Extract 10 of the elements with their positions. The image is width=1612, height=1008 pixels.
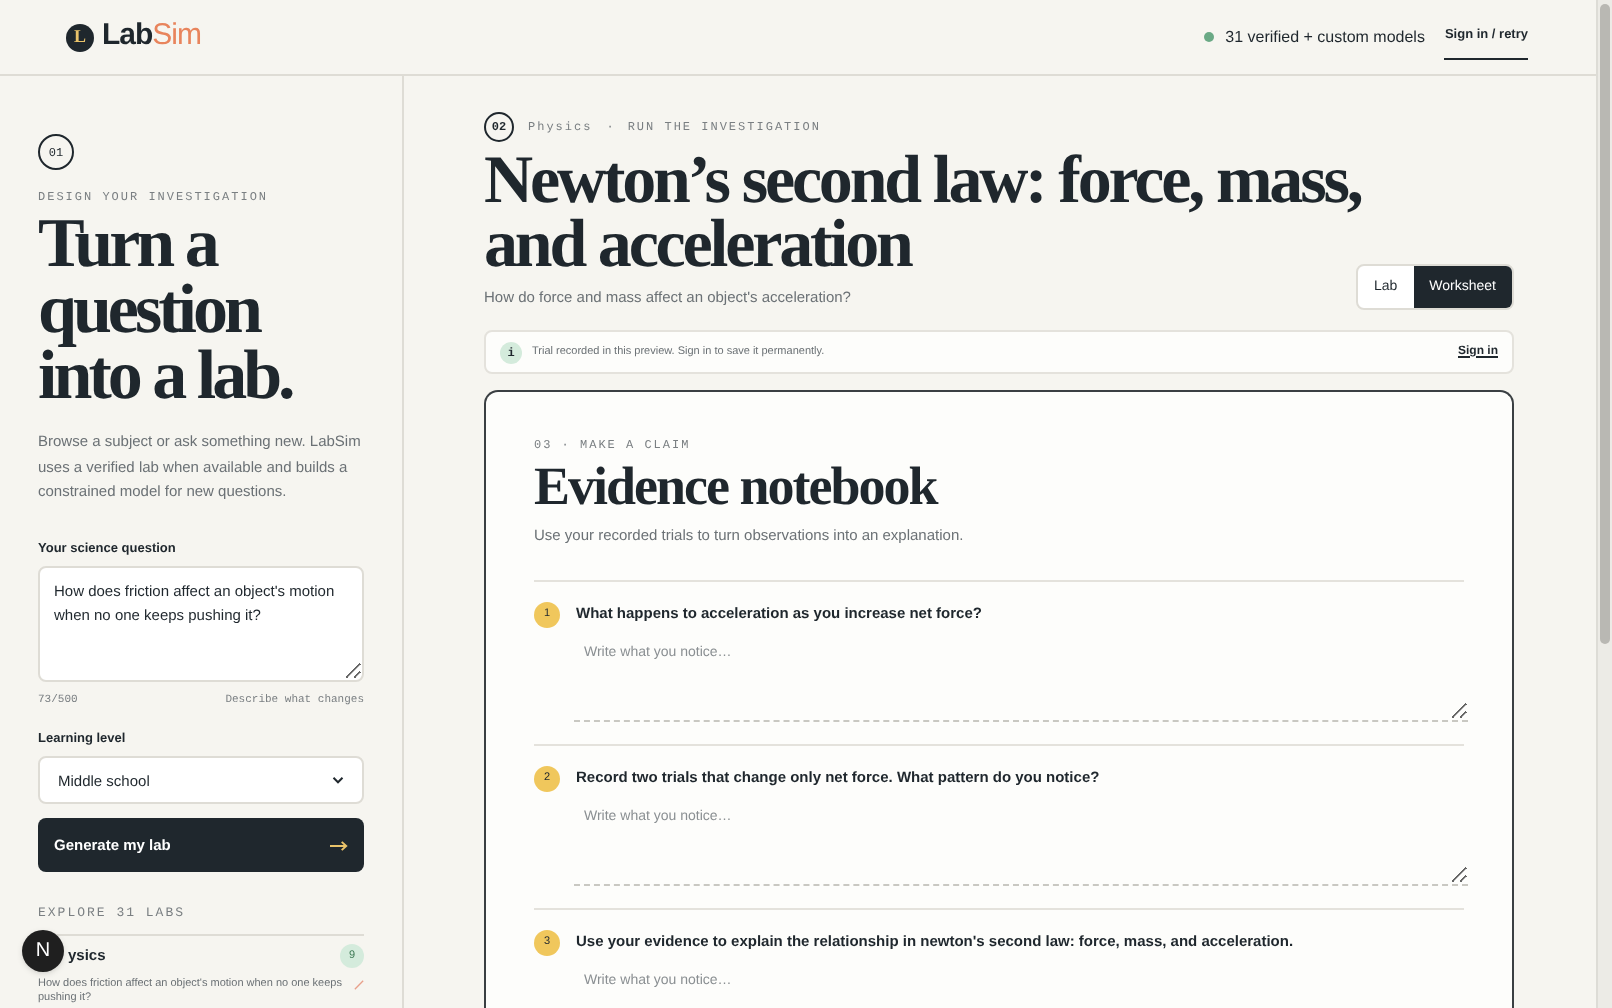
- scrollbar[interactable]: [1596, 0, 1612, 1008]
- logo-icon: L: [66, 23, 94, 51]
- status-text: 31 verified + custom models: [1225, 25, 1425, 49]
- page-title: Turn a question into a lab.: [38, 210, 295, 408]
- page-title: Newton’s second law: force, mass, and acceleration: [484, 150, 1363, 278]
- chevron-down-icon: [332, 776, 344, 785]
- notebook-title: Evidence notebook: [534, 456, 940, 517]
- arrow-right-icon: [330, 839, 348, 852]
- logo[interactable]: LabSim: [102, 14, 202, 60]
- dev-tools-button[interactable]: N: [22, 930, 64, 972]
